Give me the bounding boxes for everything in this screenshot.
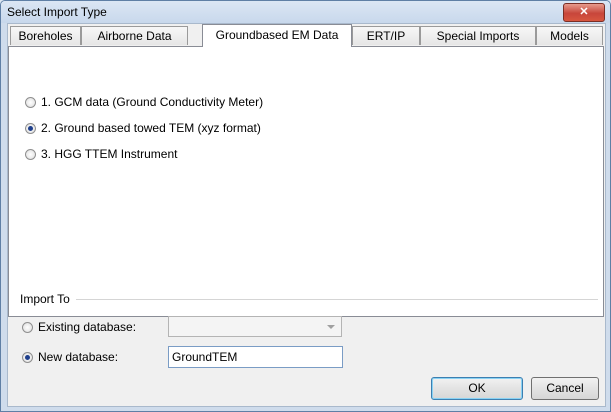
window-title: Select Import Type <box>7 5 107 19</box>
group-divider <box>76 299 598 300</box>
close-icon: ✕ <box>579 6 589 18</box>
radio-hgg-ttem[interactable] <box>25 148 36 160</box>
tab-groundbased-em-data[interactable]: Groundbased EM Data <box>202 24 352 47</box>
tab-boreholes[interactable]: Boreholes <box>10 26 81 45</box>
tab-ert-ip[interactable]: ERT/IP <box>352 26 420 45</box>
option-label: 2. Ground based towed TEM (xyz format) <box>41 121 261 135</box>
radio-new-database[interactable] <box>22 351 33 363</box>
radio-gcm-data[interactable] <box>25 96 36 108</box>
existing-database-label: Existing database: <box>38 320 137 334</box>
select-import-type-dialog: Select Import Type ✕ Boreholes Airborne … <box>0 0 611 412</box>
dialog-body: Boreholes Airborne Data Groundbased EM D… <box>7 23 606 407</box>
option-label: 3. HGG TTEM Instrument <box>41 147 178 161</box>
tab-special-imports[interactable]: Special Imports <box>420 26 536 45</box>
option-label: 1. GCM data (Ground Conductivity Meter) <box>41 95 264 109</box>
ok-button[interactable]: OK <box>431 377 523 400</box>
tab-panel-groundbased-em: 1. GCM data (Ground Conductivity Meter) … <box>8 46 604 317</box>
tab-airborne-data[interactable]: Airborne Data <box>81 26 188 45</box>
import-to-group-title: Import To <box>20 292 70 306</box>
radio-existing-database[interactable] <box>22 321 33 333</box>
existing-database-select[interactable] <box>168 316 342 337</box>
option-ground-towed-tem[interactable]: 2. Ground based towed TEM (xyz format) <box>25 120 261 136</box>
option-new-database[interactable]: New database: <box>22 349 118 365</box>
tab-strip: Boreholes Airborne Data Groundbased EM D… <box>8 24 605 47</box>
radio-ground-towed-tem[interactable] <box>25 122 36 134</box>
tab-models[interactable]: Models <box>536 26 603 45</box>
new-database-label: New database: <box>38 350 119 364</box>
cancel-button[interactable]: Cancel <box>531 377 599 400</box>
chevron-down-icon[interactable] <box>327 325 335 329</box>
option-hgg-ttem[interactable]: 3. HGG TTEM Instrument <box>25 146 177 162</box>
close-button[interactable]: ✕ <box>563 3 605 22</box>
title-bar[interactable]: Select Import Type ✕ <box>1 1 610 23</box>
option-existing-database[interactable]: Existing database: <box>22 319 136 335</box>
new-database-input[interactable]: GroundTEM <box>168 346 343 368</box>
option-gcm-data[interactable]: 1. GCM data (Ground Conductivity Meter) <box>25 94 263 110</box>
